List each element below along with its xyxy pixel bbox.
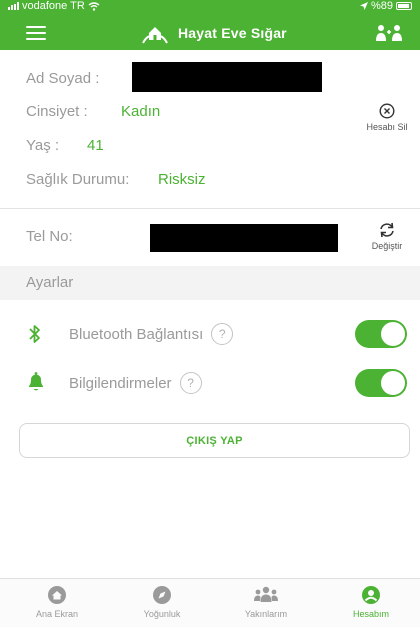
- gender-value: Kadın: [121, 103, 161, 120]
- phone-label: Tel No:: [26, 228, 73, 245]
- home-hands-logo-icon: [142, 27, 168, 44]
- age-label: Yaş :: [26, 137, 60, 154]
- notifications-row: Bilgilendirmeler ?: [69, 372, 202, 394]
- battery-level: %89: [370, 0, 393, 12]
- delete-account-label: Hesabı Sil: [366, 122, 408, 132]
- carrier-name: vodafone TR: [22, 0, 85, 12]
- settings-title: Ayarlar: [26, 274, 74, 291]
- battery-icon: [396, 2, 412, 10]
- bluetooth-row: Bluetooth Bağlantısı ?: [69, 323, 234, 345]
- location-arrow-icon: [359, 2, 368, 10]
- name-label: Ad Soyad :: [26, 70, 100, 87]
- health-status-value: Risksiz: [158, 171, 206, 188]
- tab-account[interactable]: Hesabım: [331, 585, 411, 619]
- notifications-toggle[interactable]: [355, 369, 407, 397]
- compass-icon: [153, 586, 171, 604]
- tab-relatives-label: Yakınlarım: [244, 609, 288, 619]
- bluetooth-label: Bluetooth Bağlantısı: [69, 325, 204, 343]
- signal-icon: [8, 2, 19, 10]
- bluetooth-toggle[interactable]: [355, 320, 407, 348]
- tab-home[interactable]: Ana Ekran: [17, 585, 97, 619]
- tab-density[interactable]: Yoğunluk: [122, 585, 202, 619]
- app-title: Hayat Eve Sığar: [178, 25, 287, 41]
- refresh-icon: [380, 222, 394, 238]
- logout-button[interactable]: ÇIKIŞ YAP: [19, 423, 410, 458]
- delete-account-button[interactable]: Hesabı Sil: [362, 103, 412, 132]
- bluetooth-help-icon[interactable]: ?: [211, 323, 234, 345]
- toggle-knob: [381, 322, 405, 346]
- tab-account-label: Hesabım: [352, 609, 389, 619]
- app-header: vodafone TR %89 Hayat Eve Sığar: [0, 0, 420, 50]
- change-label: Değiştir: [371, 241, 403, 251]
- wifi-icon: [88, 1, 100, 11]
- carrier-info: vodafone TR: [8, 0, 100, 12]
- change-phone-button[interactable]: Değiştir: [362, 222, 412, 251]
- family-icon[interactable]: [374, 24, 404, 42]
- notifications-label: Bilgilendirmeler: [69, 374, 172, 392]
- app-title-block: Hayat Eve Sığar: [140, 22, 287, 44]
- battery-info: %89: [359, 0, 412, 12]
- toggle-knob: [381, 371, 405, 395]
- close-circle-icon: [379, 103, 395, 119]
- bottom-tab-bar: Ana Ekran Yoğunluk Yakınlarım Hesabım: [0, 578, 420, 627]
- menu-icon[interactable]: [26, 26, 46, 40]
- health-status-label: Sağlık Durumu:: [26, 171, 130, 188]
- gender-label: Cinsiyet :: [26, 103, 88, 120]
- tab-relatives[interactable]: Yakınlarım: [226, 585, 306, 619]
- bluetooth-icon: [29, 325, 40, 343]
- tab-home-label: Ana Ekran: [35, 609, 79, 619]
- tab-density-label: Yoğunluk: [143, 609, 181, 619]
- home-icon: [48, 586, 66, 604]
- phone-value-redacted: [150, 224, 338, 252]
- notifications-help-icon[interactable]: ?: [179, 372, 202, 394]
- age-value: 41: [87, 137, 104, 154]
- status-bar: vodafone TR %89: [0, 0, 420, 12]
- group-icon: [254, 586, 278, 602]
- bell-icon: [29, 372, 43, 391]
- user-icon: [362, 586, 380, 604]
- name-value-redacted: [132, 62, 322, 92]
- section-divider: [0, 208, 420, 209]
